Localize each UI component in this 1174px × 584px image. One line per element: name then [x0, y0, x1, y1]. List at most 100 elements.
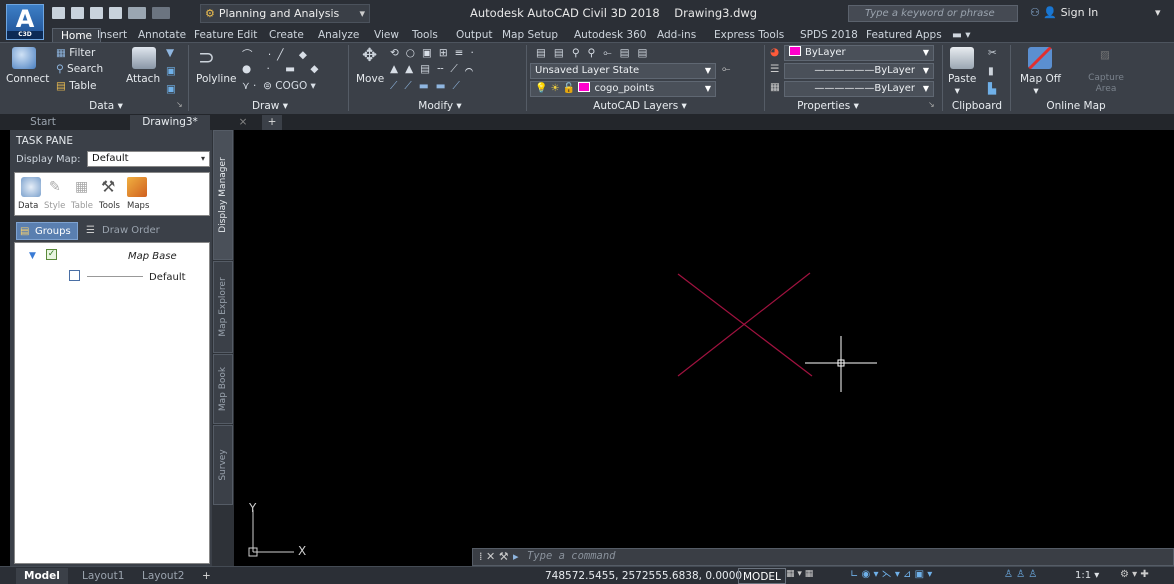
layer-state-dropdown[interactable]: Unsaved Layer State ▼ [530, 63, 716, 79]
groups-button[interactable]: ▤ Groups [16, 222, 78, 240]
layer-tools-icons[interactable]: ▤▤⚲⚲⟜▤▤ [536, 47, 655, 60]
application-menu-button[interactable]: A C3D [6, 4, 44, 40]
help-icon[interactable]: ▾ [1155, 6, 1161, 19]
tool-tools-label[interactable]: Tools [99, 201, 120, 211]
tab-create[interactable]: Create [269, 28, 304, 42]
draw-order-button[interactable]: ☰ Draw Order [86, 222, 160, 240]
panel-title-draw[interactable]: Draw ▾ [240, 99, 300, 113]
attach-button[interactable]: Attach [126, 73, 160, 85]
table-add-icon[interactable]: ▣ [166, 83, 176, 95]
sign-in-button[interactable]: ⚇ 👤 Sign In [1030, 6, 1098, 19]
command-line[interactable]: ⁞ ✕ ⚒ ▸ Type a command [472, 548, 1174, 566]
tool-maps-label[interactable]: Maps [127, 201, 149, 211]
new-icon[interactable] [52, 7, 65, 19]
panel-expand-icon[interactable]: ↘ [176, 100, 183, 109]
map-base-checkbox[interactable]: ✓ [46, 249, 57, 260]
map-off-button[interactable]: Map Off ▾ [1020, 73, 1061, 97]
data-icon[interactable] [21, 177, 41, 197]
tab-insert[interactable]: Insert [97, 28, 127, 42]
video-icon[interactable]: ▬ ▾ [952, 28, 971, 42]
modify-tools-row3[interactable]: ⟋⟋▬▬⟋ [390, 80, 467, 93]
redo-icon[interactable] [152, 7, 170, 19]
tab-map-setup[interactable]: Map Setup [502, 28, 558, 42]
close-icon[interactable]: × [228, 115, 258, 130]
drawing-canvas[interactable]: Y X [234, 130, 1174, 566]
new-tab-button[interactable]: + [262, 115, 282, 130]
match-properties-icon[interactable]: ▙ [988, 83, 996, 95]
tab-spds-2018[interactable]: SPDS 2018 [800, 28, 858, 42]
move-button[interactable]: Move [356, 73, 384, 85]
linetype-dropdown[interactable]: ——————ByLayer ▼ [784, 63, 934, 79]
annotation-scale[interactable]: 1:1 ▾ [1075, 568, 1099, 584]
settings-gear-icon[interactable]: ⚙ ▾ ✚ [1120, 569, 1149, 580]
panel-title-modify[interactable]: Modify ▾ [410, 99, 470, 113]
tab-layout1[interactable]: Layout1 [74, 568, 132, 584]
side-tab-map-book[interactable]: Map Book [213, 354, 233, 424]
save-icon[interactable] [90, 7, 103, 19]
tab-express-tools[interactable]: Express Tools [714, 28, 784, 42]
expand-icon[interactable]: ▼ [29, 251, 36, 261]
move-icon[interactable]: ✥ [362, 45, 377, 66]
funnel-icon[interactable]: ▼ [166, 47, 174, 59]
tab-tools[interactable]: Tools [412, 28, 438, 42]
tab-feature-edit[interactable]: Feature Edit [194, 28, 257, 42]
command-close-icon[interactable]: ⁞ ✕ ⚒ [479, 550, 509, 563]
tab-layout2[interactable]: Layout2 [134, 568, 192, 584]
layer-add-icon[interactable]: ▣ [166, 65, 176, 77]
circle-tools-icons[interactable]: ● · ▬ ◆ [242, 63, 325, 75]
connect-button[interactable]: Connect [6, 73, 49, 85]
layer-state-icon[interactable]: ⟜ [722, 63, 730, 76]
arc-tools-icons[interactable]: ⌒ ·╱ ◆ [242, 47, 313, 62]
panel-title-data[interactable]: Data ▾ [76, 99, 136, 113]
undo-icon[interactable] [128, 7, 146, 19]
color-dropdown[interactable]: ByLayer ▼ [784, 45, 934, 61]
attach-icon[interactable] [132, 47, 156, 69]
default-layer-swatch[interactable] [69, 270, 80, 281]
polyline-icon[interactable]: ⊃ [198, 45, 215, 69]
print-icon[interactable] [109, 7, 122, 19]
search-button[interactable]: ⚲ Search [56, 63, 103, 75]
tab-featured-apps[interactable]: Featured Apps [866, 28, 942, 42]
tab-output[interactable]: Output [456, 28, 492, 42]
layer-dropdown[interactable]: 💡 ☀ 🔓 cogo_points ▼ [530, 81, 716, 97]
modify-tools-row2[interactable]: ▲▲▤╌⟋⌒ [390, 63, 480, 76]
ortho-icon[interactable]: ∟ ◉ ▾ ⋋ ▾ ⊿ ▣ ▾ [850, 569, 932, 580]
modify-tools-row1[interactable]: ⟲○▣⊞≡· [390, 47, 481, 59]
model-space-button[interactable]: MODEL [738, 568, 786, 584]
tab-add-ins[interactable]: Add-ins [657, 28, 696, 42]
tab-drawing3[interactable]: Drawing3* [130, 115, 210, 130]
side-tab-map-explorer[interactable]: Map Explorer [213, 261, 233, 353]
tools-icon[interactable]: ⚒ [101, 177, 119, 196]
panel-title-layers[interactable]: AutoCAD Layers ▾ [580, 99, 700, 113]
grid-icon[interactable]: ▦ ▾ ▦ [786, 569, 813, 579]
tab-home[interactable]: Home [52, 28, 102, 42]
tab-view[interactable]: View [374, 28, 399, 42]
cut-icon[interactable]: ✂ [988, 47, 997, 59]
tab-model[interactable]: Model [16, 568, 68, 584]
side-tab-display-manager[interactable]: Display Manager [213, 130, 233, 260]
tab-start[interactable]: Start [8, 115, 78, 130]
tree-item-map-base[interactable]: Map Base [128, 251, 177, 262]
tab-autodesk-360[interactable]: Autodesk 360 [574, 28, 646, 42]
side-tab-survey[interactable]: Survey [213, 425, 233, 505]
lineweight-dropdown[interactable]: ——————ByLayer ▼ [784, 81, 934, 97]
coordinate-display[interactable]: 748572.5455, 2572555.6838, 0.0000 [545, 568, 742, 584]
paste-button[interactable]: Paste ▾ [948, 73, 976, 97]
connect-icon[interactable] [12, 47, 36, 69]
add-layout-button[interactable]: + [194, 568, 219, 584]
workspace-dropdown[interactable]: ⚙ Planning and Analysis ▾ [200, 4, 370, 23]
tab-analyze[interactable]: Analyze [318, 28, 359, 42]
open-icon[interactable] [71, 7, 84, 19]
annotation-icon[interactable]: ♙ ♙ ♙ [1004, 569, 1037, 580]
cogo-button[interactable]: ⋎ · ⊜ COGO ▾ [242, 80, 316, 92]
paste-icon[interactable] [950, 47, 974, 69]
tool-data-label[interactable]: Data [18, 201, 38, 211]
help-search-input[interactable]: Type a keyword or phrase [848, 5, 1018, 22]
map-off-icon[interactable] [1028, 47, 1052, 69]
panel-expand-icon[interactable]: ↘ [928, 100, 935, 109]
panel-title-properties[interactable]: Properties ▾ [788, 99, 868, 113]
display-map-select[interactable]: Default ▾ [87, 151, 210, 167]
tab-annotate[interactable]: Annotate [138, 28, 186, 42]
tree-item-default[interactable]: Default [149, 272, 186, 283]
filter-button[interactable]: ▦ Filter [56, 47, 95, 59]
